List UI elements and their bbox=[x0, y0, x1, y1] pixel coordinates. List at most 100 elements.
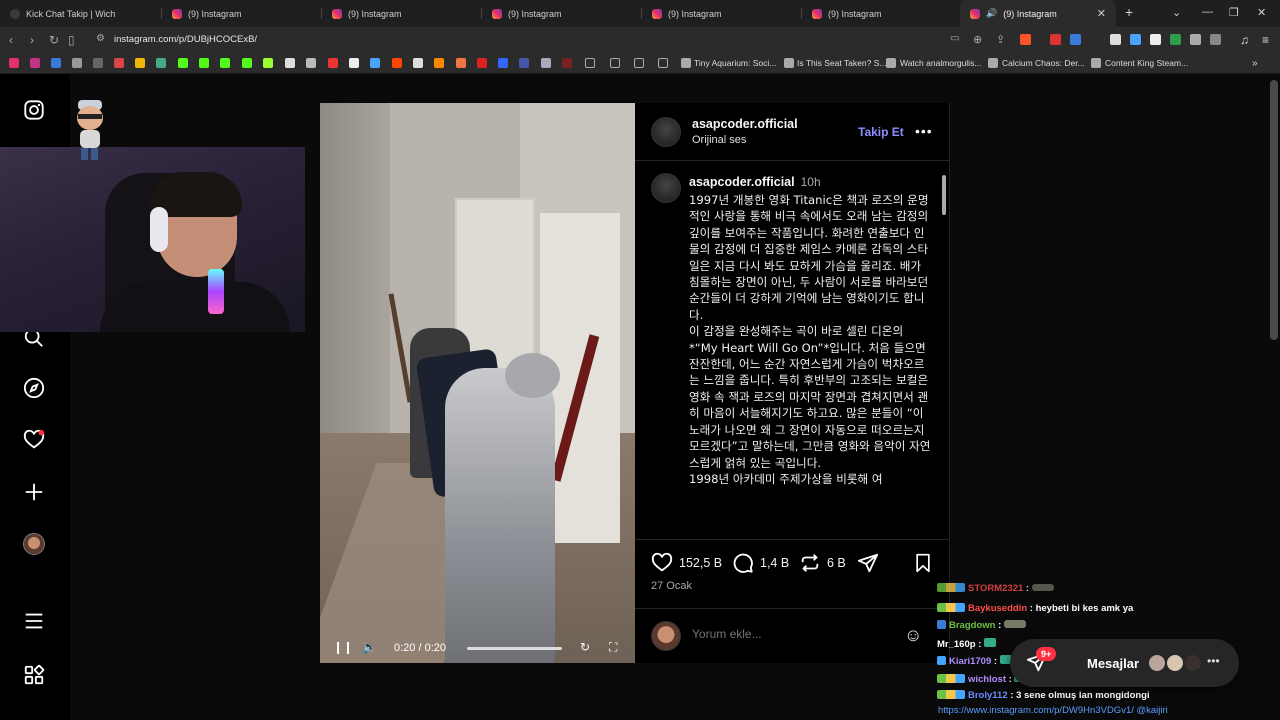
caption-avatar[interactable] bbox=[651, 173, 681, 203]
author-username[interactable]: asapcoder.official bbox=[692, 117, 798, 131]
bookmark-calcium-chaos[interactable]: Calcium Chaos: Der... bbox=[1002, 58, 1085, 68]
video-progress-bar[interactable] bbox=[467, 647, 562, 650]
bookmark-favicon-icon[interactable] bbox=[135, 58, 145, 68]
folder-icon[interactable] bbox=[634, 58, 644, 68]
minimize-icon[interactable]: — bbox=[1202, 6, 1213, 18]
explore-icon[interactable] bbox=[23, 377, 45, 399]
extension-icon[interactable] bbox=[1150, 34, 1161, 45]
comment-icon[interactable] bbox=[732, 552, 754, 580]
comment-count[interactable]: 1,4 B bbox=[760, 556, 789, 570]
bookmark-favicon-icon[interactable] bbox=[114, 58, 124, 68]
extension-icon[interactable] bbox=[1130, 34, 1141, 45]
bookmark-favicon-icon[interactable] bbox=[306, 58, 316, 68]
forward-icon[interactable]: › bbox=[30, 33, 34, 47]
back-icon[interactable]: ‹ bbox=[9, 33, 13, 47]
follow-button[interactable]: Takip Et bbox=[858, 125, 904, 139]
bookmark-content-king[interactable]: Content King Steam... bbox=[1105, 58, 1188, 68]
kick-bookmark-icon[interactable] bbox=[220, 58, 230, 68]
bookmark-favicon-icon[interactable] bbox=[9, 58, 19, 68]
close-tab-icon[interactable]: ✕ bbox=[1097, 7, 1106, 20]
url-text[interactable]: instagram.com/p/DUBjHCOCExB/ bbox=[114, 34, 257, 45]
tab-instagram-3[interactable]: (9) Instagram bbox=[482, 0, 640, 27]
media-controls-icon[interactable]: ♫ bbox=[1240, 33, 1249, 47]
more-options-icon[interactable]: ••• bbox=[1207, 654, 1220, 668]
emoji-icon[interactable]: ☺ bbox=[904, 625, 922, 646]
bookmark-tiny-aquarium[interactable]: Tiny Aquarium: Soci... bbox=[694, 58, 776, 68]
bookmark-favicon-icon[interactable] bbox=[30, 58, 40, 68]
author-avatar[interactable] bbox=[651, 117, 681, 147]
more-bookmarks-icon[interactable]: » bbox=[1252, 58, 1258, 69]
extension-icon[interactable] bbox=[1110, 34, 1121, 45]
menu-icon[interactable]: ≡ bbox=[1262, 33, 1269, 47]
bookmark-favicon-icon[interactable] bbox=[477, 58, 487, 68]
pause-icon[interactable]: ❙❙ bbox=[333, 640, 353, 654]
create-plus-icon[interactable] bbox=[23, 481, 45, 503]
fullscreen-icon[interactable]: ⛶ bbox=[609, 640, 617, 655]
messages-button[interactable]: 9+ Mesajlar ••• bbox=[1010, 639, 1239, 687]
replay-icon[interactable]: ↻ bbox=[580, 640, 590, 654]
extension-icon[interactable] bbox=[1190, 34, 1201, 45]
more-menu-icon[interactable] bbox=[23, 610, 45, 632]
chat-link[interactable]: https://www.instagram.com/p/DW9Hn3VDGv1/… bbox=[938, 705, 1168, 716]
extension-icon[interactable] bbox=[1170, 34, 1181, 45]
folder-icon[interactable] bbox=[610, 58, 620, 68]
tab-instagram-2[interactable]: (9) Instagram bbox=[322, 0, 480, 27]
more-options-icon[interactable]: ••• bbox=[915, 123, 933, 139]
repost-count[interactable]: 6 B bbox=[827, 556, 846, 570]
share-send-icon[interactable] bbox=[857, 552, 879, 580]
like-heart-icon[interactable] bbox=[651, 552, 673, 580]
bookmark-icon[interactable]: ▯ bbox=[68, 33, 75, 47]
share-icon[interactable]: ⇪ bbox=[996, 33, 1005, 46]
profile-avatar[interactable] bbox=[23, 533, 45, 555]
reddit-bookmark-icon[interactable] bbox=[392, 58, 402, 68]
caption-username[interactable]: asapcoder.official bbox=[689, 175, 795, 189]
bookmark-favicon-icon[interactable] bbox=[51, 58, 61, 68]
tab-search-chevron-icon[interactable]: ⌄ bbox=[1172, 6, 1181, 19]
bookmark-favicon-icon[interactable] bbox=[93, 58, 103, 68]
new-tab-icon[interactable]: + bbox=[1125, 4, 1133, 20]
extension-icon[interactable] bbox=[1070, 34, 1081, 45]
bookmark-favicon-icon[interactable] bbox=[72, 58, 82, 68]
audio-label[interactable]: Orijinal ses bbox=[692, 134, 746, 146]
restore-icon[interactable]: ❐ bbox=[1229, 6, 1239, 19]
site-info-icon[interactable]: ⚙ bbox=[96, 33, 105, 44]
tab-instagram-active[interactable]: 🔊 (9) Instagram ✕ bbox=[960, 0, 1116, 27]
bookmark-seat-taken[interactable]: Is This Seat Taken? S... bbox=[797, 58, 886, 68]
bookmark-favicon-icon[interactable] bbox=[562, 58, 572, 68]
volume-icon[interactable]: 🔈 bbox=[362, 640, 377, 654]
extension-icon[interactable] bbox=[1050, 34, 1061, 45]
bookmark-favicon-icon[interactable] bbox=[498, 58, 508, 68]
bookmark-favicon-icon[interactable] bbox=[285, 58, 295, 68]
bookmark-favicon-icon[interactable] bbox=[456, 58, 466, 68]
brave-shield-icon[interactable] bbox=[1020, 34, 1031, 45]
tab-instagram-1[interactable]: (9) Instagram bbox=[162, 0, 320, 27]
bookmark-favicon-icon[interactable] bbox=[263, 58, 273, 68]
tab-instagram-5[interactable]: (9) Instagram bbox=[802, 0, 958, 27]
sidebar-toggle-icon[interactable] bbox=[1210, 34, 1221, 45]
tab-kick-chat[interactable]: Kick Chat Takip | Wich bbox=[0, 0, 160, 27]
page-scrollbar[interactable] bbox=[1270, 80, 1278, 340]
bookmark-favicon-icon[interactable] bbox=[434, 58, 444, 68]
folder-icon[interactable] bbox=[658, 58, 668, 68]
tab-instagram-4[interactable]: (9) Instagram bbox=[642, 0, 800, 27]
bookmark-favicon-icon[interactable] bbox=[519, 58, 529, 68]
also-from-meta-icon[interactable] bbox=[23, 664, 45, 686]
bookmark-watch[interactable]: Watch analmorgulis... bbox=[900, 58, 981, 68]
bookmark-favicon-icon[interactable] bbox=[156, 58, 166, 68]
save-bookmark-icon[interactable] bbox=[913, 552, 933, 580]
bookmark-favicon-icon[interactable] bbox=[370, 58, 380, 68]
like-count[interactable]: 152,5 B bbox=[679, 556, 722, 570]
reel-video[interactable] bbox=[320, 103, 635, 663]
comment-input[interactable] bbox=[692, 627, 892, 641]
repost-icon[interactable] bbox=[799, 552, 821, 580]
x-bookmark-icon[interactable] bbox=[349, 58, 359, 68]
cast-icon[interactable]: ▭ bbox=[950, 33, 959, 44]
kick-bookmark-icon[interactable] bbox=[178, 58, 188, 68]
audio-playing-icon[interactable]: 🔊 bbox=[986, 8, 997, 19]
kick-bookmark-icon[interactable] bbox=[242, 58, 252, 68]
zoom-icon[interactable]: ⊕ bbox=[973, 33, 982, 46]
bookmark-favicon-icon[interactable] bbox=[541, 58, 551, 68]
close-window-icon[interactable]: ✕ bbox=[1257, 6, 1266, 19]
bookmark-favicon-icon[interactable] bbox=[413, 58, 423, 68]
bookmark-favicon-icon[interactable] bbox=[328, 58, 338, 68]
